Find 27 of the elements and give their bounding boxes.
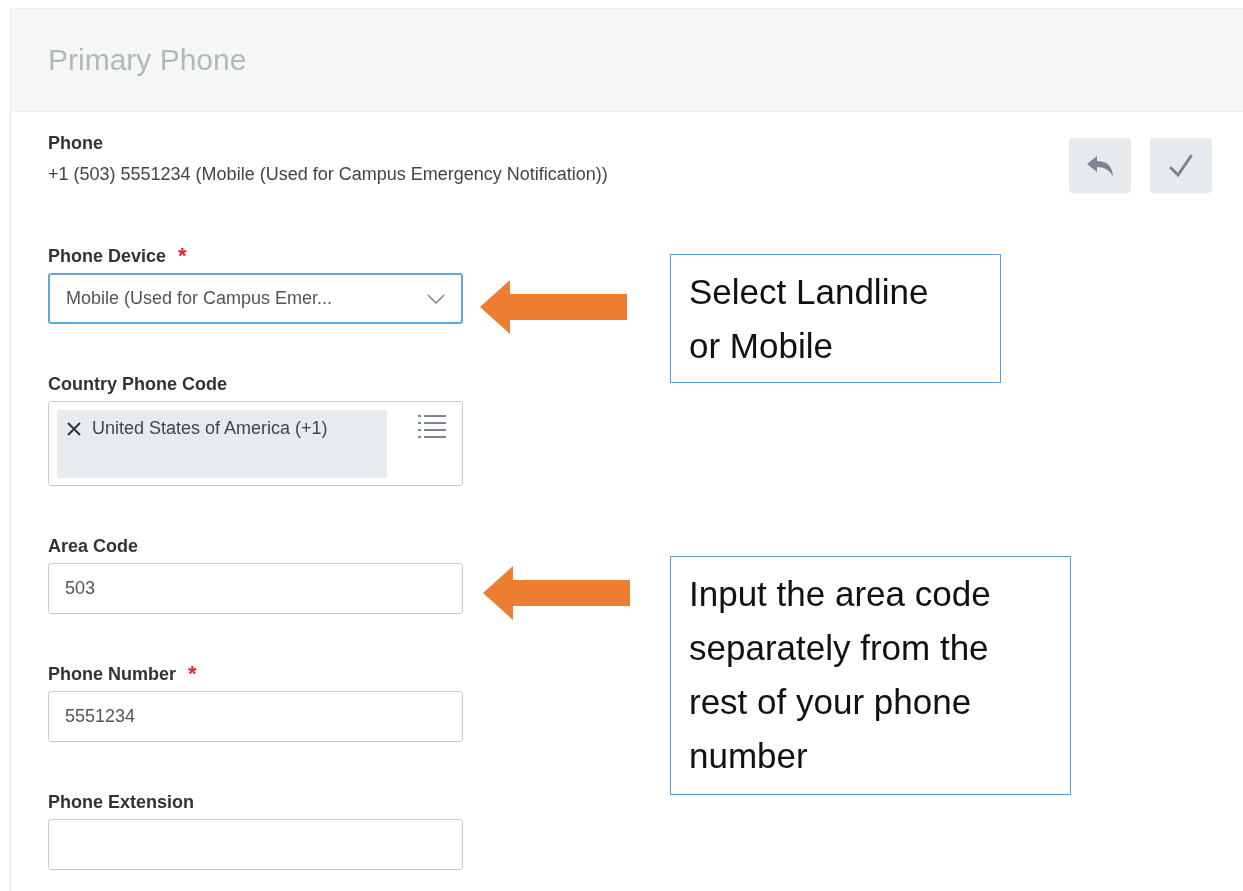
required-mark: * xyxy=(188,663,197,685)
text-field[interactable]: 503 xyxy=(48,563,463,614)
multiselect-field[interactable]: United States of America (+1) xyxy=(48,401,463,486)
undo-button[interactable] xyxy=(1069,138,1131,193)
chip-label: United States of America (+1) xyxy=(92,417,328,440)
arrow-icon xyxy=(483,566,631,620)
checkmark-icon xyxy=(1168,152,1194,179)
phone-value: +1 (503) 5551234 (Mobile (Used for Campus Emergency Notification)) xyxy=(48,164,608,185)
close-icon[interactable] xyxy=(67,422,81,436)
callout-text: Input the area code separately from the rest of your phone number xyxy=(689,573,992,777)
required-mark: * xyxy=(178,245,187,267)
callout-text: Select Landline or Mobile xyxy=(689,271,930,367)
confirm-button[interactable] xyxy=(1150,138,1212,193)
field-label: Phone xyxy=(48,133,104,154)
field-label: Area Code xyxy=(48,535,139,557)
chevron-down-icon xyxy=(427,293,445,304)
field-label: Phone Device xyxy=(48,245,167,267)
text-field[interactable]: 5551234 xyxy=(48,691,463,742)
field-label: Country Phone Code xyxy=(48,373,227,395)
field-label: Phone Number xyxy=(48,663,176,685)
list-icon[interactable] xyxy=(418,414,446,438)
reply-arrow-icon xyxy=(1085,153,1115,178)
text-field[interactable] xyxy=(48,819,463,870)
dropdown-field[interactable]: Mobile (Used for Campus Emer... xyxy=(48,273,463,324)
section-title: Primary Phone xyxy=(48,43,247,77)
arrow-icon xyxy=(480,280,628,334)
field-label: Phone Extension xyxy=(48,791,195,813)
